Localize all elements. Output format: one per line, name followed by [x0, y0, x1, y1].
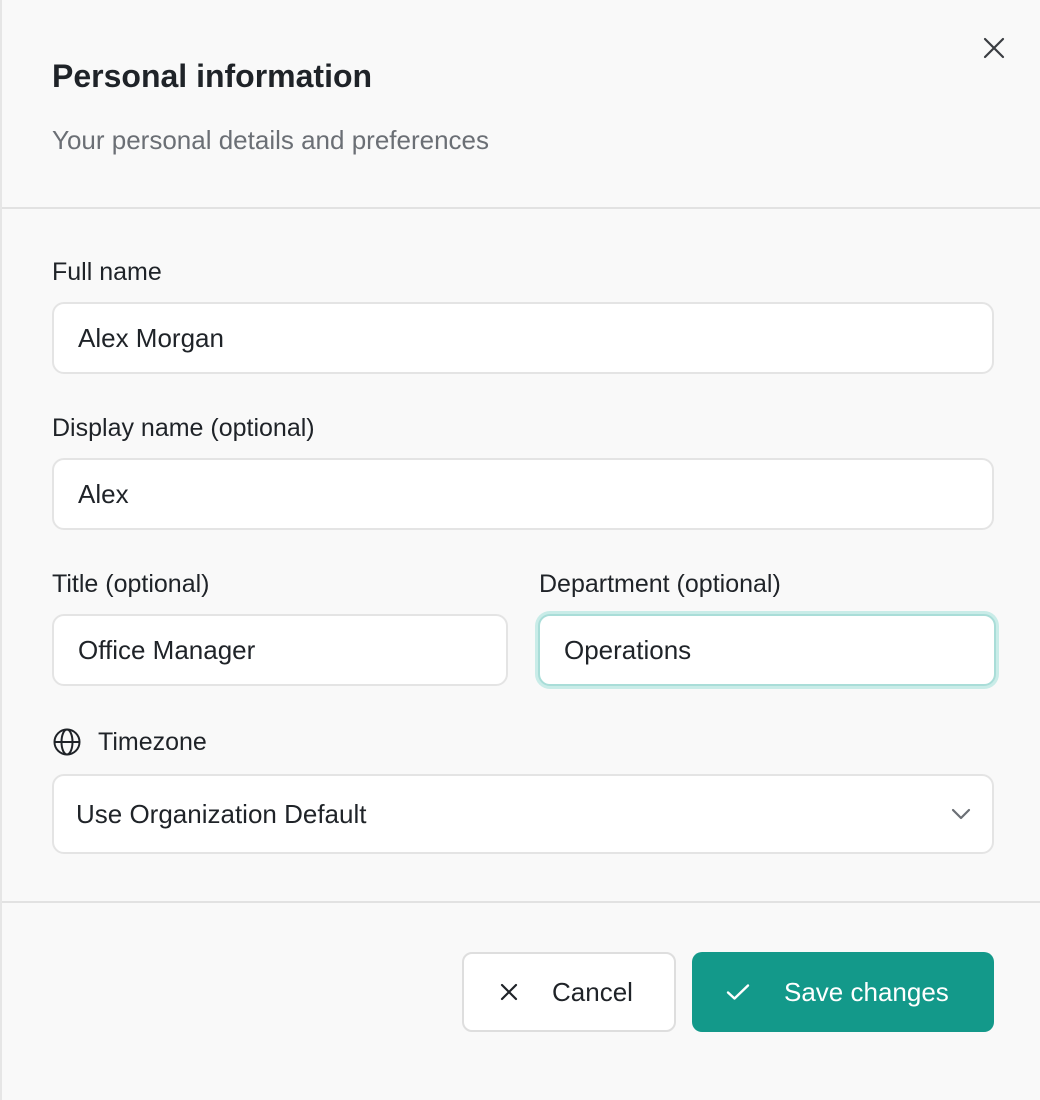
- department-input[interactable]: [538, 614, 996, 686]
- full-name-label: Full name: [52, 258, 162, 286]
- title-label: Title (optional): [52, 570, 210, 598]
- full-name-input[interactable]: [52, 302, 994, 374]
- chevron-down-icon: [951, 808, 971, 820]
- dialog-title: Personal information: [52, 58, 373, 94]
- timezone-select[interactable]: Use Organization Default: [52, 774, 994, 854]
- department-label: Department (optional): [539, 570, 781, 598]
- timezone-label: Timezone: [98, 728, 207, 756]
- cancel-button[interactable]: Cancel: [462, 952, 676, 1032]
- close-button[interactable]: [978, 32, 1010, 64]
- personal-information-dialog: Personal information Your personal detai…: [0, 0, 1040, 1100]
- globe-icon: [53, 728, 81, 756]
- close-icon: [983, 37, 1005, 59]
- display-name-label: Display name (optional): [52, 414, 315, 442]
- save-changes-button[interactable]: Save changes: [692, 952, 994, 1032]
- footer-divider: [2, 901, 1040, 903]
- header-divider: [2, 207, 1040, 209]
- dialog-subtitle: Your personal details and preferences: [52, 125, 489, 155]
- check-icon: [726, 983, 750, 1001]
- timezone-selected-value: Use Organization Default: [76, 798, 367, 829]
- cancel-label: Cancel: [552, 976, 633, 1007]
- close-icon: [500, 983, 518, 1001]
- save-changes-label: Save changes: [784, 976, 949, 1007]
- timezone-label-row: Timezone: [52, 726, 207, 758]
- title-input[interactable]: [52, 614, 508, 686]
- display-name-input[interactable]: [52, 458, 994, 530]
